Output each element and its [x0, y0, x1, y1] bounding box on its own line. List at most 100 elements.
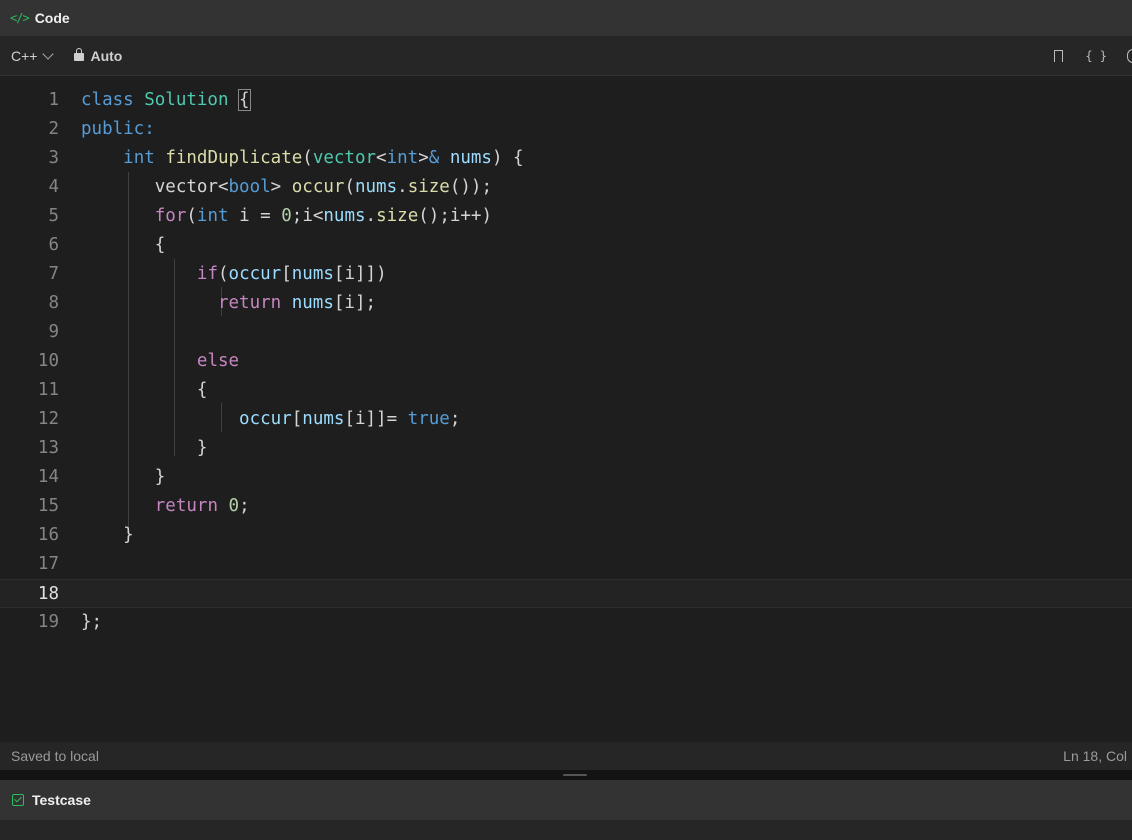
- code-line[interactable]: 2 public:: [0, 115, 1132, 144]
- code-line[interactable]: 16 }: [0, 521, 1132, 550]
- line-number: 18: [37, 584, 59, 604]
- code-token: .: [397, 177, 408, 197]
- code-token: occur: [239, 409, 292, 429]
- code-text: }: [81, 521, 134, 550]
- line-number: 1: [48, 90, 59, 110]
- code-text: if(occur[nums[i]]): [81, 260, 387, 289]
- code-token: {: [81, 235, 166, 255]
- line-number: 8: [48, 293, 59, 313]
- code-line[interactable]: 19};: [0, 608, 1132, 637]
- code-token: >: [418, 148, 429, 168]
- testcase-panel-header[interactable]: Testcase: [0, 780, 1132, 820]
- chevron-down-icon: [42, 47, 55, 60]
- code-text: }: [81, 434, 208, 463]
- code-line[interactable]: 9: [0, 318, 1132, 347]
- code-token: nums: [291, 264, 334, 284]
- code-editor[interactable]: 1 class Solution { 2 public: 3 int findDupli…: [0, 77, 1132, 742]
- code-text: return 0;: [81, 492, 250, 521]
- code-token: bool: [228, 177, 271, 197]
- code-token: public:: [81, 119, 155, 139]
- code-token: vector<: [81, 177, 229, 197]
- line-number: 10: [37, 351, 59, 371]
- auto-mode-toggle[interactable]: Auto: [74, 48, 122, 64]
- code-token: int: [123, 148, 166, 168]
- code-line[interactable]: 8 return nums[i];: [0, 289, 1132, 318]
- code-token: else: [196, 351, 240, 371]
- code-token: (: [344, 177, 355, 197]
- code-token: occur: [228, 264, 282, 284]
- line-number: 5: [48, 206, 59, 226]
- code-token: <: [376, 148, 387, 168]
- line-number: 7: [48, 264, 59, 284]
- language-select[interactable]: C++: [11, 47, 55, 64]
- code-line[interactable]: 12 occur[nums[i]]= true;: [0, 405, 1132, 434]
- line-number: 14: [37, 467, 59, 487]
- code-token: nums: [449, 148, 492, 168]
- code-token: occur: [291, 177, 345, 197]
- code-line[interactable]: 13 }: [0, 434, 1132, 463]
- cursor-position[interactable]: Ln 18, Col: [1063, 748, 1127, 764]
- code-token: [: [291, 409, 303, 429]
- code-token: ());: [449, 177, 492, 197]
- resize-handle[interactable]: [563, 774, 587, 776]
- code-line[interactable]: 4 vector<bool> occur(nums.size());: [0, 173, 1132, 202]
- testcase-title: Testcase: [32, 792, 91, 808]
- code-token: ;: [239, 496, 250, 516]
- code-line[interactable]: 11 {: [0, 376, 1132, 405]
- code-line[interactable]: 10 else: [0, 347, 1132, 376]
- language-label: C++: [11, 47, 38, 64]
- code-line[interactable]: 6 {: [0, 231, 1132, 260]
- line-number: 4: [48, 177, 59, 197]
- code-token: .: [365, 206, 377, 226]
- code-token: (: [302, 148, 313, 168]
- code-line[interactable]: 1 class Solution {: [0, 86, 1132, 115]
- testcase-body: [0, 820, 1132, 840]
- editor-statusbar: Saved to local Ln 18, Col: [0, 742, 1132, 770]
- code-token: [i]]=: [344, 409, 408, 429]
- code-token: vector: [312, 148, 377, 168]
- code-line[interactable]: 3 int findDuplicate(vector<int>& nums) {: [0, 144, 1132, 173]
- code-token: >: [270, 177, 292, 197]
- code-token: int: [386, 148, 419, 168]
- code-token: &: [428, 148, 450, 168]
- checkbox-icon: [12, 794, 24, 806]
- line-number: 2: [48, 119, 59, 139]
- code-line[interactable]: 5 for(int i = 0;i<nums.size();i++): [0, 202, 1132, 231]
- code-token: 0: [228, 496, 240, 516]
- code-text: public:: [81, 115, 155, 144]
- code-token: [: [281, 264, 292, 284]
- code-token: ) {: [491, 148, 524, 168]
- line-number: 12: [37, 409, 59, 429]
- code-token: findDuplicate: [165, 148, 303, 168]
- save-status: Saved to local: [11, 748, 99, 764]
- code-token: nums: [323, 206, 366, 226]
- code-token: return: [154, 496, 229, 516]
- code-token: int: [196, 206, 240, 226]
- code-token: }: [81, 467, 166, 487]
- code-line[interactable]: 15 return 0;: [0, 492, 1132, 521]
- code-text: for(int i = 0;i<nums.size();i++): [81, 202, 492, 231]
- code-line[interactable]: 14 }: [0, 463, 1132, 492]
- line-number: 11: [37, 380, 59, 400]
- code-token: ;: [449, 409, 461, 429]
- code-text: else: [81, 347, 239, 376]
- auto-mode-label: Auto: [90, 47, 123, 64]
- code-text: class Solution {: [81, 86, 251, 115]
- format-code-icon[interactable]: { }: [1085, 49, 1107, 63]
- code-token: }: [81, 438, 208, 458]
- code-token: Solution: [144, 90, 240, 110]
- code-token: {: [238, 89, 251, 111]
- code-line[interactable]: 7 if(occur[nums[i]]): [0, 260, 1132, 289]
- bookmark-icon[interactable]: [1054, 50, 1064, 63]
- code-text: {: [81, 231, 166, 260]
- code-token: if: [196, 264, 218, 284]
- code-panel-header: </> Code: [0, 0, 1132, 36]
- code-token: i =: [239, 206, 282, 226]
- code-line[interactable]: 18: [0, 579, 1132, 608]
- code-line[interactable]: 17: [0, 550, 1132, 579]
- reset-code-icon[interactable]: [1127, 49, 1132, 63]
- code-token: }: [81, 525, 134, 545]
